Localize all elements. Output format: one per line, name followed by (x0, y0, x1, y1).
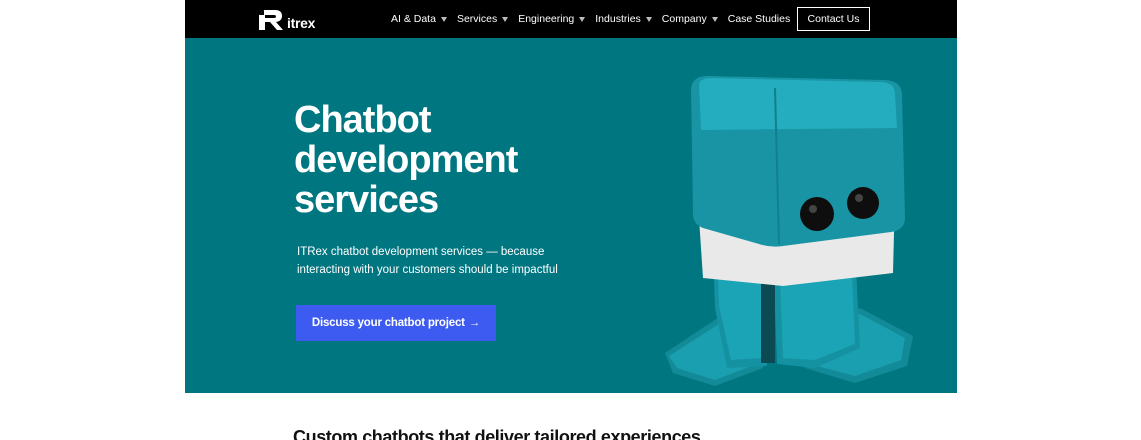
caret-down-icon (440, 16, 447, 22)
nav-item-label: Case Studies (727, 13, 791, 25)
caret-down-icon (579, 16, 586, 22)
discuss-project-button[interactable]: Discuss your chatbot project → (296, 305, 496, 341)
section-heading: Custom chatbots that deliver tailored ex… (293, 427, 701, 440)
itrex-logo[interactable]: itrex (258, 7, 315, 31)
caret-down-icon (502, 16, 509, 22)
page: itrex AI & Data Services Engineering Ind… (0, 0, 1141, 440)
arrow-right-icon: → (468, 317, 481, 329)
hero-title: Chatbot development services (294, 100, 614, 220)
nav-menu: AI & Data Services Engineering Industrie… (391, 0, 800, 38)
nav-item-label: Company (661, 13, 707, 25)
nav-item-services[interactable]: Services (456, 13, 509, 25)
nav-item-industries[interactable]: Industries (595, 13, 652, 25)
hero-subtitle-line: interacting with your customers should b… (297, 264, 558, 276)
hero-title-line: Chatbot (294, 99, 432, 141)
nav-item-ai-data[interactable]: AI & Data (391, 13, 447, 25)
itrex-logo-icon (259, 10, 283, 30)
nav-item-label: Engineering (518, 13, 575, 25)
contact-us-button[interactable]: Contact Us (797, 7, 870, 31)
hero-subtitle: ITRex chatbot development services — bec… (297, 243, 597, 279)
top-nav: itrex AI & Data Services Engineering Ind… (185, 0, 957, 38)
nav-item-engineering[interactable]: Engineering (518, 13, 586, 25)
logo-text: itrex (287, 15, 316, 31)
nav-item-company[interactable]: Company (662, 13, 718, 25)
hero-subtitle-line: ITRex chatbot development services — bec… (297, 246, 545, 258)
nav-item-label: Industries (595, 13, 641, 25)
nav-item-label: AI & Data (391, 13, 436, 25)
nav-item-label: Services (456, 13, 498, 25)
caret-down-icon (711, 16, 718, 22)
hero-title-line: services (294, 179, 439, 221)
cta-label: Discuss your chatbot project (311, 317, 465, 329)
hero-section: Chatbot development services ITRex chatb… (185, 38, 957, 393)
caret-down-icon (645, 16, 652, 22)
robot-illustration (665, 76, 913, 386)
nav-item-case-studies[interactable]: Case Studies (728, 13, 790, 25)
hero-title-line: development (294, 139, 518, 181)
